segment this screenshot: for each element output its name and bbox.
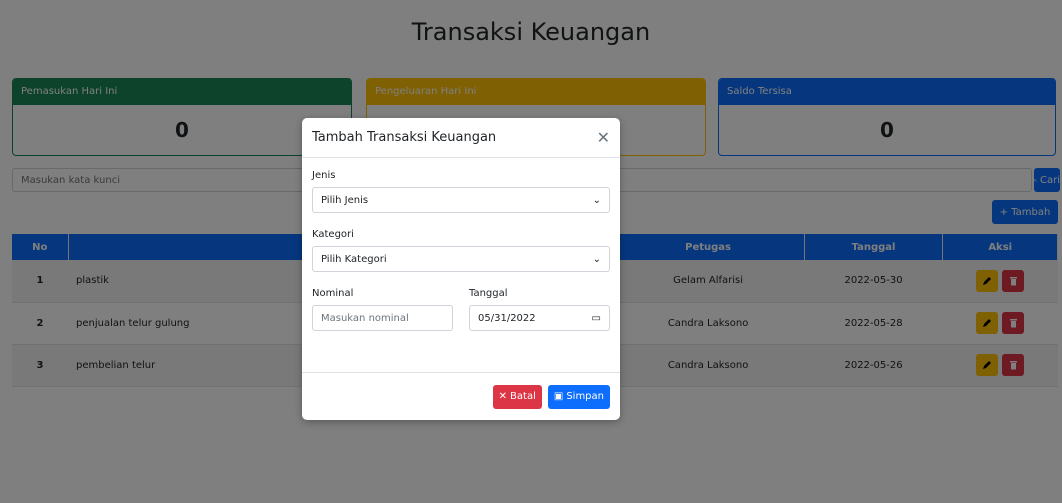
cancel-button-label: Batal (510, 391, 536, 402)
modal-header: Tambah Transaksi Keuangan ✕ (302, 118, 620, 158)
modal-title: Tambah Transaksi Keuangan (312, 130, 497, 145)
kategori-select-value: Pilih Kategori (321, 253, 387, 265)
chevron-down-icon: ⌄ (592, 194, 601, 206)
add-transaction-modal: Tambah Transaksi Keuangan ✕ Jenis Pilih … (302, 118, 620, 420)
jenis-label: Jenis (312, 170, 336, 181)
close-icon[interactable]: ✕ (597, 128, 610, 147)
save-button-label: Simpan (566, 391, 604, 402)
tanggal-input[interactable]: 05/31/2022 ▭ (469, 305, 610, 331)
tanggal-value: 05/31/2022 (478, 312, 536, 324)
kategori-label: Kategori (312, 229, 354, 240)
nominal-input[interactable]: Masukan nominal (312, 305, 453, 331)
nominal-label: Nominal (312, 288, 354, 299)
save-button[interactable]: ▣ Simpan (547, 384, 610, 409)
calendar-icon[interactable]: ▭ (592, 313, 601, 324)
modal-footer: ✕ Batal ▣ Simpan (302, 372, 620, 420)
kategori-select[interactable]: Pilih Kategori ⌄ (312, 246, 610, 272)
tanggal-label: Tanggal (469, 288, 508, 299)
save-icon: ▣ (553, 391, 564, 402)
x-icon: ✕ (498, 391, 508, 402)
cancel-button[interactable]: ✕ Batal (492, 384, 542, 409)
jenis-select-value: Pilih Jenis (321, 194, 369, 206)
jenis-select[interactable]: Pilih Jenis ⌄ (312, 187, 610, 213)
nominal-placeholder: Masukan nominal (321, 312, 409, 324)
modal-body: Jenis Pilih Jenis ⌄ Kategori Pilih Kateg… (302, 158, 620, 343)
chevron-down-icon: ⌄ (592, 253, 601, 265)
